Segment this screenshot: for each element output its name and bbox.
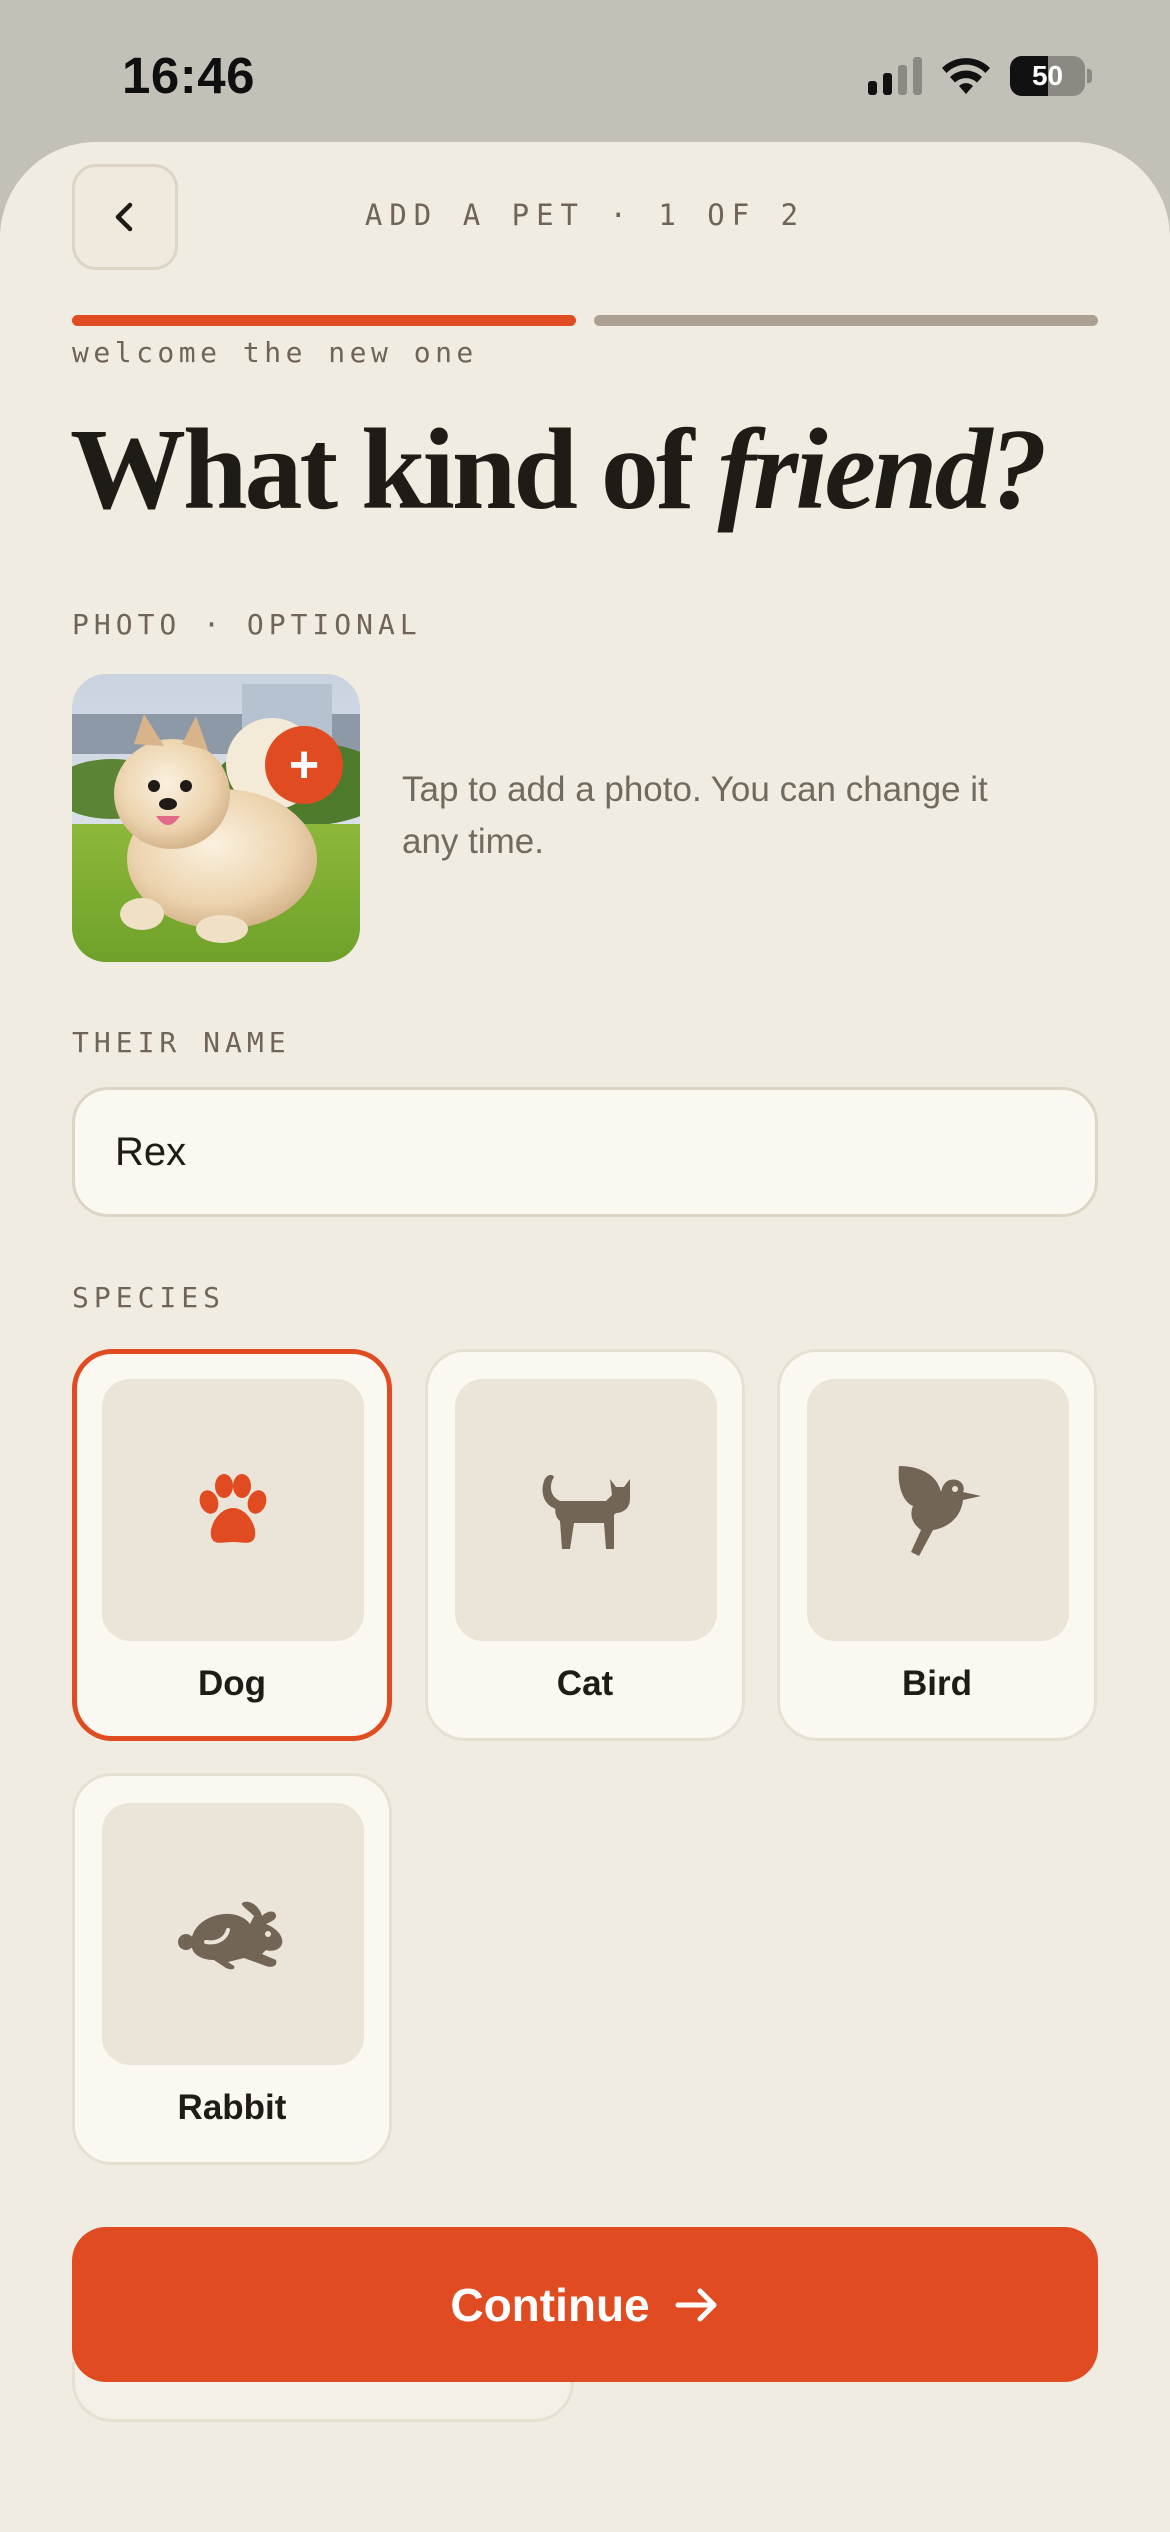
eyebrow-text: welcome the new one <box>72 336 478 369</box>
species-option-dog[interactable]: Dog <box>72 1349 392 1741</box>
species-option-bird[interactable]: Bird <box>777 1349 1097 1741</box>
page-title-italic: friend? <box>717 406 1048 534</box>
add-pet-sheet: ADD A PET · 1 OF 2 welcome the new one W… <box>0 142 1170 2532</box>
name-section-label: THEIR NAME <box>72 1026 291 1059</box>
arrow-right-icon <box>675 2288 717 2321</box>
dog-photo-illustration <box>72 674 360 962</box>
cat-icon <box>542 1474 630 1549</box>
photo-section-label: PHOTO · OPTIONAL <box>72 608 422 641</box>
species-label: Cat <box>556 1664 614 1703</box>
pet-photo[interactable] <box>72 674 360 962</box>
progress-segment-2 <box>594 315 1098 326</box>
pet-name-input[interactable] <box>72 1087 1098 1217</box>
species-label: Dog <box>197 1664 267 1703</box>
status-bar: 16:46 50 <box>0 0 1170 150</box>
status-time: 16:46 <box>122 47 255 104</box>
progress-bar <box>72 315 1098 327</box>
cellular-signal-icon <box>868 57 922 95</box>
battery-level-text: 50 <box>1031 60 1064 91</box>
photo-hint: Tap to add a photo. You can change it an… <box>402 770 988 861</box>
battery-icon: 50 <box>1010 56 1092 96</box>
species-section-label: SPECIES <box>72 1281 226 1314</box>
continue-label: Continue <box>450 2278 650 2331</box>
add-photo-button[interactable]: + <box>265 726 343 804</box>
status-icons: 50 <box>868 54 1092 98</box>
bird-icon <box>898 1466 981 1556</box>
species-icon-box <box>102 1803 364 2065</box>
species-icon-box <box>455 1379 717 1641</box>
page-title-plain: What kind of <box>70 406 718 534</box>
species-label: Bird <box>902 1664 972 1703</box>
continue-button[interactable]: Continue <box>72 2227 1098 2382</box>
step-indicator: ADD A PET · 1 OF 2 <box>364 198 806 232</box>
rabbit-icon <box>178 1901 283 1970</box>
page-title: What kind of friend? <box>70 404 1048 537</box>
species-icon-box <box>102 1379 364 1641</box>
species-option-cat[interactable]: Cat <box>425 1349 745 1741</box>
progress-segment-1 <box>72 315 576 326</box>
species-label: Rabbit <box>177 2088 287 2127</box>
paw-icon <box>199 1474 267 1543</box>
species-option-rabbit[interactable]: Rabbit <box>72 1773 392 2165</box>
wifi-icon <box>942 58 990 94</box>
species-icon-box <box>807 1379 1069 1641</box>
